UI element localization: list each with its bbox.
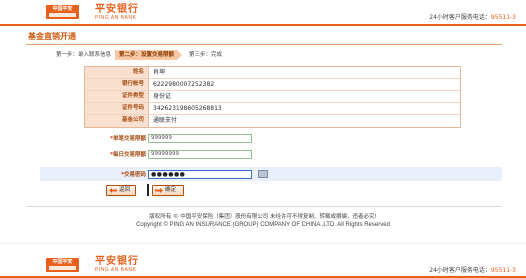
hotline-label: 24小时客户服务电话：	[429, 267, 491, 274]
back-button[interactable]: 返回	[106, 185, 136, 196]
id-type-value: 身份证	[153, 93, 172, 100]
pingan-logo-bottom: 中国平安	[46, 258, 79, 272]
bottom-brand-bar: 中国平安 平安银行 PING AN BANK 24小时客户服务电话：95511-…	[0, 250, 526, 278]
single-limit-input[interactable]	[148, 133, 252, 143]
bottom-divider	[0, 243, 526, 244]
password-label-text: 交易密码	[123, 172, 146, 178]
hotline-number: 95511-3	[490, 267, 516, 274]
title-divider	[26, 44, 502, 45]
footer-divider	[26, 206, 502, 207]
table-row: 姓名 肖坤	[85, 67, 460, 79]
single-limit-label: *单笔交易限额	[84, 134, 148, 142]
page-frame: 中国平安 平安银行 PING AN BANK 24小时客户服务电话：95511-…	[0, 0, 526, 278]
account-info-table: 姓名 肖坤 银行帐号 6222980007252382 证件类型 身份证 证件号…	[84, 66, 461, 128]
brand: 平安银行 PING AN BANK	[95, 4, 139, 21]
account-number-value: 6222980007252382	[153, 81, 215, 88]
table-row: 银行帐号 6222980007252382	[85, 79, 460, 91]
brand-name-en: PING AN BANK	[95, 15, 137, 21]
logo-text: 中国平安	[52, 259, 73, 265]
daily-limit-label-text: 每日交易限额	[112, 152, 146, 158]
page-title: 基金直销开通	[28, 32, 76, 41]
table-row: 证件号码 342623198605268813	[85, 103, 460, 115]
brand-name-en: PING AN BANK	[95, 267, 137, 273]
arrow-left-icon	[109, 188, 117, 193]
password-row: *交易密码 ●●●●●●	[84, 168, 268, 180]
step-indicator: 第一步：录入联系信息 第二步：设置交易限额 第三步：完成	[52, 50, 226, 60]
logo-stripe	[49, 266, 76, 270]
pingan-logo: 中国平安	[46, 5, 79, 19]
header: 中国平安 平安银行 PING AN BANK 24小时客户服务电话：95511-…	[0, 0, 526, 24]
brand-bottom: 平安银行 PING AN BANK	[95, 256, 139, 273]
keyboard-icon[interactable]	[258, 170, 268, 178]
step-arrow-icon	[178, 51, 183, 59]
logo-text: 中国平安	[52, 6, 73, 12]
fund-company-value: 通联支付	[153, 117, 178, 124]
name-label: 姓名	[85, 67, 149, 78]
account-number-label: 银行帐号	[85, 79, 149, 90]
table-row: 证件类型 身份证	[85, 91, 460, 103]
password-input[interactable]: ●●●●●●	[148, 169, 252, 179]
title-bar: 基金直销开通	[26, 30, 502, 44]
copyright-cn: 版权所有 © 中国平安保险（集团）股份有限公司 未经许可不得复制、转载或摘编，违…	[149, 214, 377, 220]
confirm-button[interactable]: 确定	[152, 185, 184, 196]
daily-limit-label: *每日交易限额	[84, 150, 148, 158]
text-cursor-icon	[147, 184, 149, 196]
hotline-bottom: 24小时客户服务电话：95511-3	[429, 265, 516, 274]
hotline: 24小时客户服务电话：95511-3	[429, 12, 516, 21]
brand-name-cn: 平安银行	[95, 4, 139, 15]
step-2-active: 第二步：设置交易限额	[115, 50, 179, 60]
brand-name-cn: 平安银行	[95, 256, 139, 267]
step-1: 第一步：录入联系信息	[56, 52, 112, 58]
table-row: 基金公司 通联支付	[85, 115, 460, 127]
single-limit-row: *单笔交易限额	[84, 132, 252, 144]
single-limit-label-text: 单笔交易限额	[112, 136, 146, 142]
step-3: 第三步：完成	[189, 52, 223, 58]
hotline-number: 95511-3	[490, 14, 516, 21]
header-divider	[0, 24, 526, 26]
name-value: 肖坤	[153, 69, 166, 76]
copyright-en: Copyright © PING AN INSURANCE (GROUP) CO…	[136, 222, 390, 228]
arrow-right-icon	[155, 188, 163, 193]
daily-limit-row: *每日交易限额	[84, 148, 252, 160]
id-number-value: 342623198605268813	[153, 105, 222, 112]
logo-stripe	[49, 13, 76, 17]
password-label: *交易密码	[84, 170, 148, 178]
confirm-button-label: 确定	[165, 187, 177, 193]
id-number-label: 证件号码	[85, 103, 149, 114]
daily-limit-input[interactable]	[148, 149, 252, 159]
id-type-label: 证件类型	[85, 91, 149, 102]
fund-company-label: 基金公司	[85, 115, 149, 127]
back-button-label: 返回	[119, 187, 131, 193]
hotline-label: 24小时客户服务电话：	[429, 14, 491, 21]
